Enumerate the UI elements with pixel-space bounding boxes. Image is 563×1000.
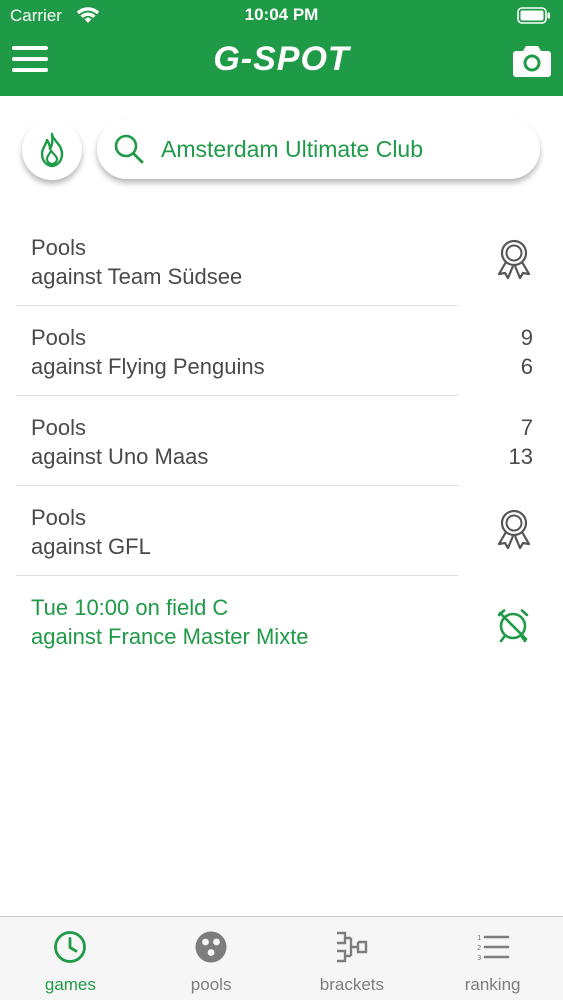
game-row[interactable]: Pools against Uno Maas 7 13 [0,396,563,486]
tab-pools[interactable]: pools [141,917,282,1000]
opponent-score: 6 [520,354,533,379]
bracket-icon [336,931,368,963]
game-score: 9 6 [521,323,533,381]
svg-text:1: 1 [477,934,481,942]
game-stage: Pools [31,505,87,530]
camera-icon[interactable] [512,42,552,78]
award-ribbon-icon [497,239,531,280]
team-search-field[interactable]: Amsterdam Ultimate Club [97,119,540,179]
tab-games[interactable]: games [0,917,141,1000]
tab-ranking[interactable]: 1 2 3 ranking [422,917,563,1000]
game-row[interactable]: Pools against Team Südsee [0,216,563,306]
clock-icon [54,931,87,963]
game-stage: Pools [31,325,87,350]
game-row-upcoming[interactable]: Tue 10:00 on field C against France Mast… [0,576,563,666]
app-header: Carrier 10:04 PM G-SPOT [0,0,563,96]
svg-text:3: 3 [477,954,481,962]
svg-text:2: 2 [477,944,481,952]
pool-dots-icon [195,931,227,963]
tab-label: ranking [464,975,521,994]
award-ribbon-icon [497,509,531,550]
hot-filter-button[interactable] [22,120,82,180]
game-opponent: against France Master Mixte [31,624,309,649]
games-list: Pools against Team Südsee Pools against … [0,216,563,666]
game-opponent: against GFL [31,534,151,559]
own-score: 9 [520,325,533,350]
tab-label: brackets [319,975,384,994]
game-row[interactable]: Pools against GFL [0,486,563,576]
game-stage: Pools [31,415,87,440]
battery-icon [517,7,550,24]
tab-label: pools [190,975,232,994]
game-stage: Pools [31,235,87,260]
game-opponent: against Flying Penguins [31,354,265,379]
game-opponent: against Uno Maas [31,444,209,469]
app-logo: G-SPOT [213,40,350,78]
search-input-value[interactable]: Amsterdam Ultimate Club [161,136,423,163]
game-schedule: Tue 10:00 on field C [31,595,229,620]
status-time: 10:04 PM [244,5,319,24]
opponent-score: 13 [508,444,533,469]
own-score: 7 [520,415,533,440]
tab-label: games [44,975,96,994]
search-icon [114,134,144,164]
game-row[interactable]: Pools against Flying Penguins 9 6 [0,306,563,396]
tab-brackets[interactable]: brackets [282,917,423,1000]
status-bar: Carrier 10:04 PM [0,0,563,32]
bottom-tab-bar: games pools brackets 1 2 3 ranking [0,916,563,1000]
game-score: 7 13 [509,413,533,471]
flame-icon [40,132,64,168]
game-opponent: against Team Südsee [31,264,243,289]
ranked-list-icon: 1 2 3 [477,934,509,962]
alarm-clock-off-icon[interactable] [495,607,531,643]
